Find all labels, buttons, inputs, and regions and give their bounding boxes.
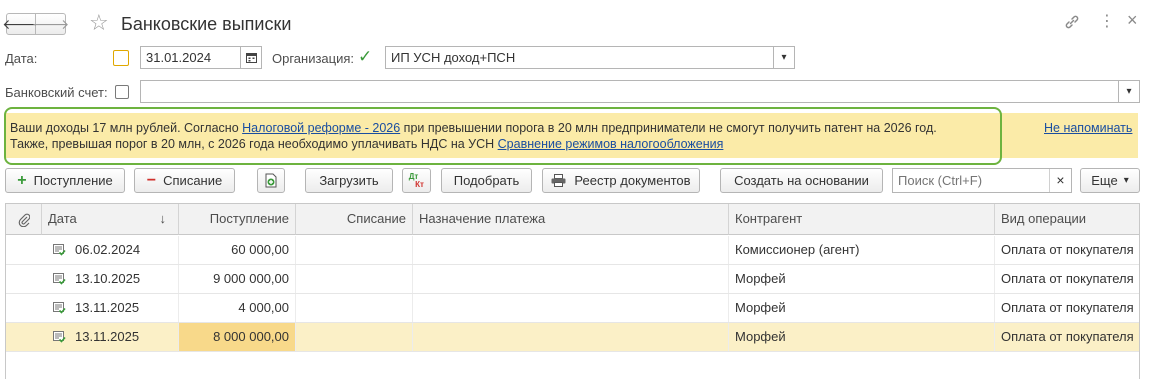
counterparty-cell: Комиссионер (агент) xyxy=(729,236,995,264)
counterparty-column-header[interactable]: Контрагент xyxy=(729,204,995,235)
table-row[interactable]: 13.11.2025 4 000,00 Морфей Оплата от покупа… xyxy=(6,294,1139,323)
purpose-cell xyxy=(413,323,729,351)
table-row[interactable]: 13.10.2025 9 000 000,00 Морфей Оплата от по… xyxy=(6,265,1139,294)
tax-reform-link[interactable]: Налоговой реформе - 2026 xyxy=(242,121,400,135)
table-row[interactable]: 13.11.2025 8 000 000,00 Морфей Оплата от по… xyxy=(6,323,1139,352)
operation-cell: Оплата от покупателя xyxy=(1001,329,1134,344)
info-banner-highlight xyxy=(4,107,1002,165)
date-cell: 13.11.2025 xyxy=(42,294,179,322)
date-cell: 13.10.2025 xyxy=(42,265,179,293)
counterparty-cell: Морфей xyxy=(729,294,995,322)
bank-account-field[interactable] xyxy=(140,80,1119,103)
date-field[interactable]: 31.01.2024 xyxy=(140,46,241,69)
expense-cell xyxy=(296,236,413,264)
purpose-cell xyxy=(413,236,729,264)
printer-icon xyxy=(551,174,566,187)
date-column-header[interactable]: Дата ↓ xyxy=(42,204,179,235)
organization-field[interactable]: ИП УСН доход+ПСН xyxy=(385,46,774,69)
calendar-icon xyxy=(245,53,257,63)
purpose-column-header[interactable]: Назначение платежа xyxy=(413,204,729,235)
income-column-header[interactable]: Поступление xyxy=(179,204,296,235)
star-icon[interactable]: ☆ xyxy=(89,11,109,35)
date-label: Дата: xyxy=(5,51,38,66)
banner-line-2: Также, превышая порог в 20 млн, с 2026 г… xyxy=(10,137,724,151)
bank-account-label: Банковский счет: xyxy=(5,85,108,100)
operation-column-header[interactable]: Вид операции xyxy=(995,204,1139,235)
search-input[interactable] xyxy=(893,169,1048,192)
create-based-on-button[interactable]: Создать на основании xyxy=(720,168,883,193)
more-button[interactable]: Еще ▾ xyxy=(1080,168,1140,193)
operation-cell: Оплата от покупателя xyxy=(1001,271,1134,286)
expense-cell xyxy=(296,323,413,351)
banner-line-1: Ваши доходы 17 млн рублей. Согласно Нало… xyxy=(10,121,937,135)
purpose-cell xyxy=(413,294,729,322)
add-income-button[interactable]: + Поступление xyxy=(5,168,125,193)
expense-cell xyxy=(296,294,413,322)
link-icon[interactable] xyxy=(1064,14,1080,35)
date-cell: 13.11.2025 xyxy=(42,323,179,351)
add-expense-button[interactable]: − Списание xyxy=(134,168,235,193)
plus-icon: + xyxy=(17,171,27,189)
arrow-right-icon: 🡒 xyxy=(31,16,70,32)
income-cell: 9 000 000,00 xyxy=(179,265,296,293)
more-vertical-icon[interactable]: ⋮ xyxy=(1099,13,1115,31)
income-cell: 8 000 000,00 xyxy=(179,323,296,351)
document-registry-button[interactable]: Реестр документов xyxy=(542,168,700,193)
dont-remind-link[interactable]: Не напоминать xyxy=(1044,121,1132,136)
dt-kt-button[interactable]: Дт Кт xyxy=(402,168,431,193)
calendar-button[interactable] xyxy=(240,46,262,69)
bank-statements-table: Дата ↓ Поступление Списание Назначение п… xyxy=(5,203,1140,379)
operation-cell: Оплата от покупателя xyxy=(1001,242,1134,257)
close-icon[interactable]: × xyxy=(1127,11,1138,29)
bank-account-dropdown-button[interactable]: ▾ xyxy=(1118,80,1140,103)
add-document-button[interactable] xyxy=(257,168,285,193)
organization-label: Организация: xyxy=(272,51,355,66)
clear-search-icon[interactable]: × xyxy=(1049,169,1071,192)
purpose-cell xyxy=(413,265,729,293)
paperclip-icon xyxy=(18,213,30,227)
kt-label: Кт xyxy=(415,179,424,189)
income-cell: 4 000,00 xyxy=(179,294,296,322)
forward-button[interactable]: 🡒 xyxy=(32,13,69,35)
minus-icon: − xyxy=(146,171,157,189)
document-add-icon xyxy=(265,173,277,188)
bank-account-checkbox[interactable] xyxy=(115,85,129,99)
chevron-down-icon: ▾ xyxy=(781,52,787,63)
date-cell: 06.02.2024 xyxy=(42,236,179,264)
load-button[interactable]: Загрузить xyxy=(305,168,393,193)
date-checkbox[interactable] xyxy=(113,50,129,66)
operation-cell: Оплата от покупателя xyxy=(1001,300,1134,315)
attachment-column-header[interactable] xyxy=(6,204,42,235)
pick-button[interactable]: Подобрать xyxy=(441,168,532,193)
counterparty-cell: Морфей xyxy=(729,323,995,351)
expense-column-header[interactable]: Списание xyxy=(296,204,413,235)
chevron-down-icon: ▾ xyxy=(1123,175,1129,186)
counterparty-cell: Морфей xyxy=(729,265,995,293)
chevron-down-icon: ▾ xyxy=(1126,86,1132,97)
income-cell: 60 000,00 xyxy=(179,236,296,264)
page-title: Банковские выписки xyxy=(121,14,292,34)
organization-checkbox[interactable]: ✓ xyxy=(358,48,372,65)
organization-dropdown-button[interactable]: ▾ xyxy=(773,46,795,69)
expense-cell xyxy=(296,265,413,293)
table-row[interactable]: 06.02.2024 60 000,00 Комиссионер (агент) Оп… xyxy=(6,236,1139,265)
sort-desc-icon: ↓ xyxy=(159,211,167,226)
search-box[interactable]: × xyxy=(892,168,1072,193)
compare-tax-regimes-link[interactable]: Сравнение режимов налогообложения xyxy=(498,137,724,151)
